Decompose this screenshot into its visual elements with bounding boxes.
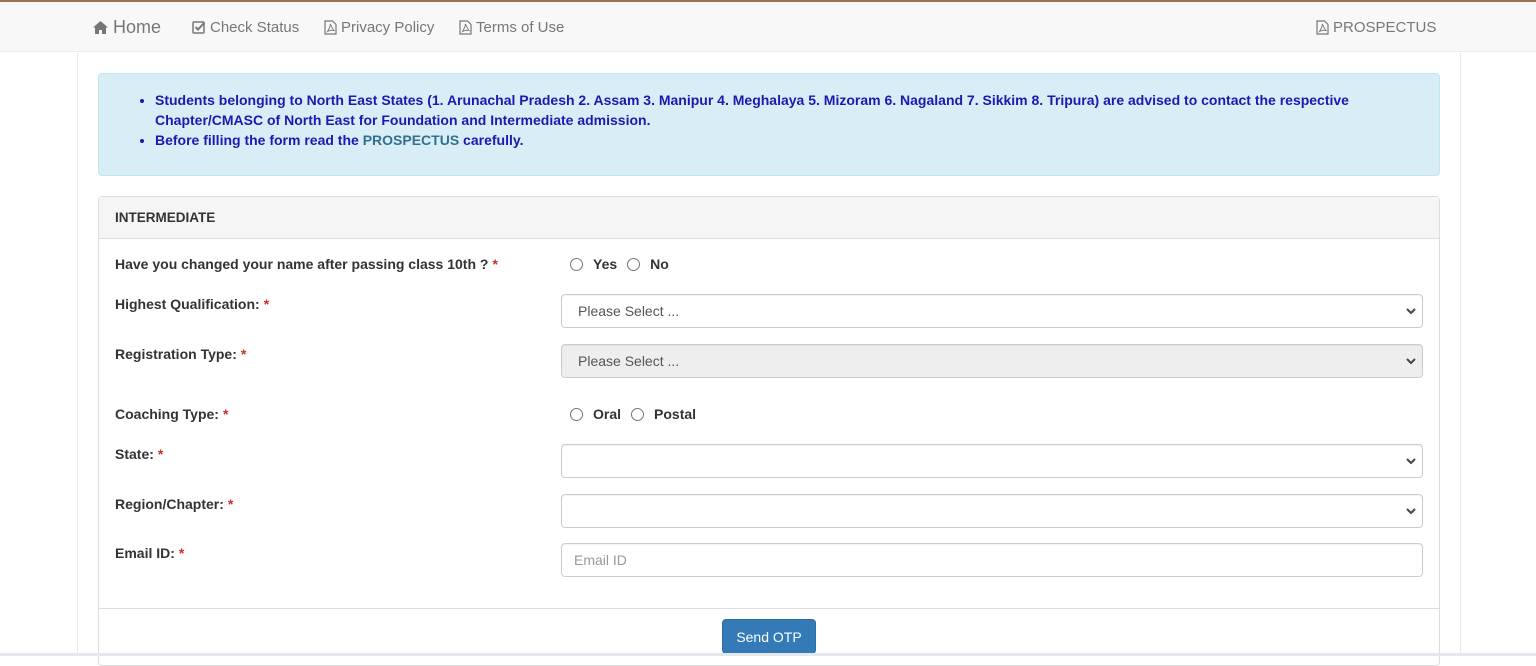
name-change-yes-label[interactable]: Yes xyxy=(593,256,617,272)
alert-item-north-east: Students belonging to North East States … xyxy=(155,90,1399,130)
nav-check-status[interactable]: Check Status xyxy=(192,2,299,52)
name-change-no-label[interactable]: No xyxy=(650,256,669,272)
nav-home[interactable]: Home xyxy=(92,2,161,52)
nav-terms-of-use[interactable]: Terms of Use xyxy=(459,2,564,52)
highest-qualification-label: Highest Qualification: * xyxy=(115,296,270,312)
nav-privacy-policy[interactable]: Privacy Policy xyxy=(324,2,434,52)
home-icon xyxy=(93,20,108,34)
name-change-radio-group: Yes No xyxy=(570,256,679,272)
nav-prospectus-label: PROSPECTUS xyxy=(1333,18,1437,36)
highest-qualification-select[interactable]: Please Select ... xyxy=(561,294,1423,328)
email-placeholder: Email ID xyxy=(574,552,627,568)
required-marker: * xyxy=(222,406,229,422)
pdf-file-icon xyxy=(1316,19,1329,35)
coaching-type-radio-group: Oral Postal xyxy=(570,406,706,422)
registration-type-value: Please Select ... xyxy=(578,353,680,369)
region-chapter-select[interactable] xyxy=(561,494,1423,528)
required-marker: * xyxy=(492,256,498,272)
pdf-file-icon xyxy=(324,19,337,35)
chevron-down-icon xyxy=(1406,508,1416,515)
alert-list: Students belonging to North East States … xyxy=(99,90,1399,150)
registration-type-select[interactable]: Please Select ... xyxy=(561,344,1423,378)
coaching-type-label: Coaching Type: * xyxy=(115,406,229,422)
region-chapter-label: Region/Chapter: * xyxy=(115,496,234,512)
name-change-no-radio[interactable] xyxy=(627,257,641,271)
registration-type-label: Registration Type: * xyxy=(115,346,247,362)
chevron-down-icon xyxy=(1406,358,1416,365)
coaching-type-oral-radio[interactable] xyxy=(570,407,583,421)
coaching-type-postal-radio[interactable] xyxy=(631,407,645,421)
panel-heading: INTERMEDIATE xyxy=(99,197,1439,239)
alert-item-prospectus: Before filling the form read the PROSPEC… xyxy=(155,130,1399,150)
nav-check-status-label: Check Status xyxy=(210,18,300,36)
chevron-down-icon xyxy=(1406,308,1416,315)
email-input[interactable]: Email ID xyxy=(561,543,1423,577)
coaching-type-oral-label[interactable]: Oral xyxy=(593,406,621,422)
prospectus-link[interactable]: PROSPECTUS xyxy=(363,132,459,148)
state-label: State: * xyxy=(115,446,164,462)
required-marker: * xyxy=(178,545,185,561)
pdf-file-icon xyxy=(459,19,472,35)
required-marker: * xyxy=(263,296,270,312)
chevron-down-icon xyxy=(1406,458,1416,465)
highest-qualification-value: Please Select ... xyxy=(578,303,680,319)
nav-privacy-policy-label: Privacy Policy xyxy=(341,18,435,36)
info-alert: Students belonging to North East States … xyxy=(98,73,1440,176)
name-change-yes-radio[interactable] xyxy=(570,257,583,271)
top-navbar: Home Check Status Privacy Policy Terms o… xyxy=(0,2,1536,52)
coaching-type-postal-label[interactable]: Postal xyxy=(654,406,696,422)
name-change-label: Have you changed your name after passing… xyxy=(115,256,498,272)
check-square-icon xyxy=(192,21,206,34)
send-otp-button[interactable]: Send OTP xyxy=(722,619,816,654)
nav-prospectus[interactable]: PROSPECTUS xyxy=(1316,2,1436,52)
required-marker: * xyxy=(157,446,164,462)
required-marker: * xyxy=(240,346,247,362)
email-label: Email ID: * xyxy=(115,545,185,561)
required-marker: * xyxy=(227,496,234,512)
nav-home-label: Home xyxy=(113,16,162,37)
nav-terms-of-use-label: Terms of Use xyxy=(476,18,565,36)
panel-footer-divider xyxy=(99,608,1439,609)
state-select[interactable] xyxy=(561,444,1423,478)
